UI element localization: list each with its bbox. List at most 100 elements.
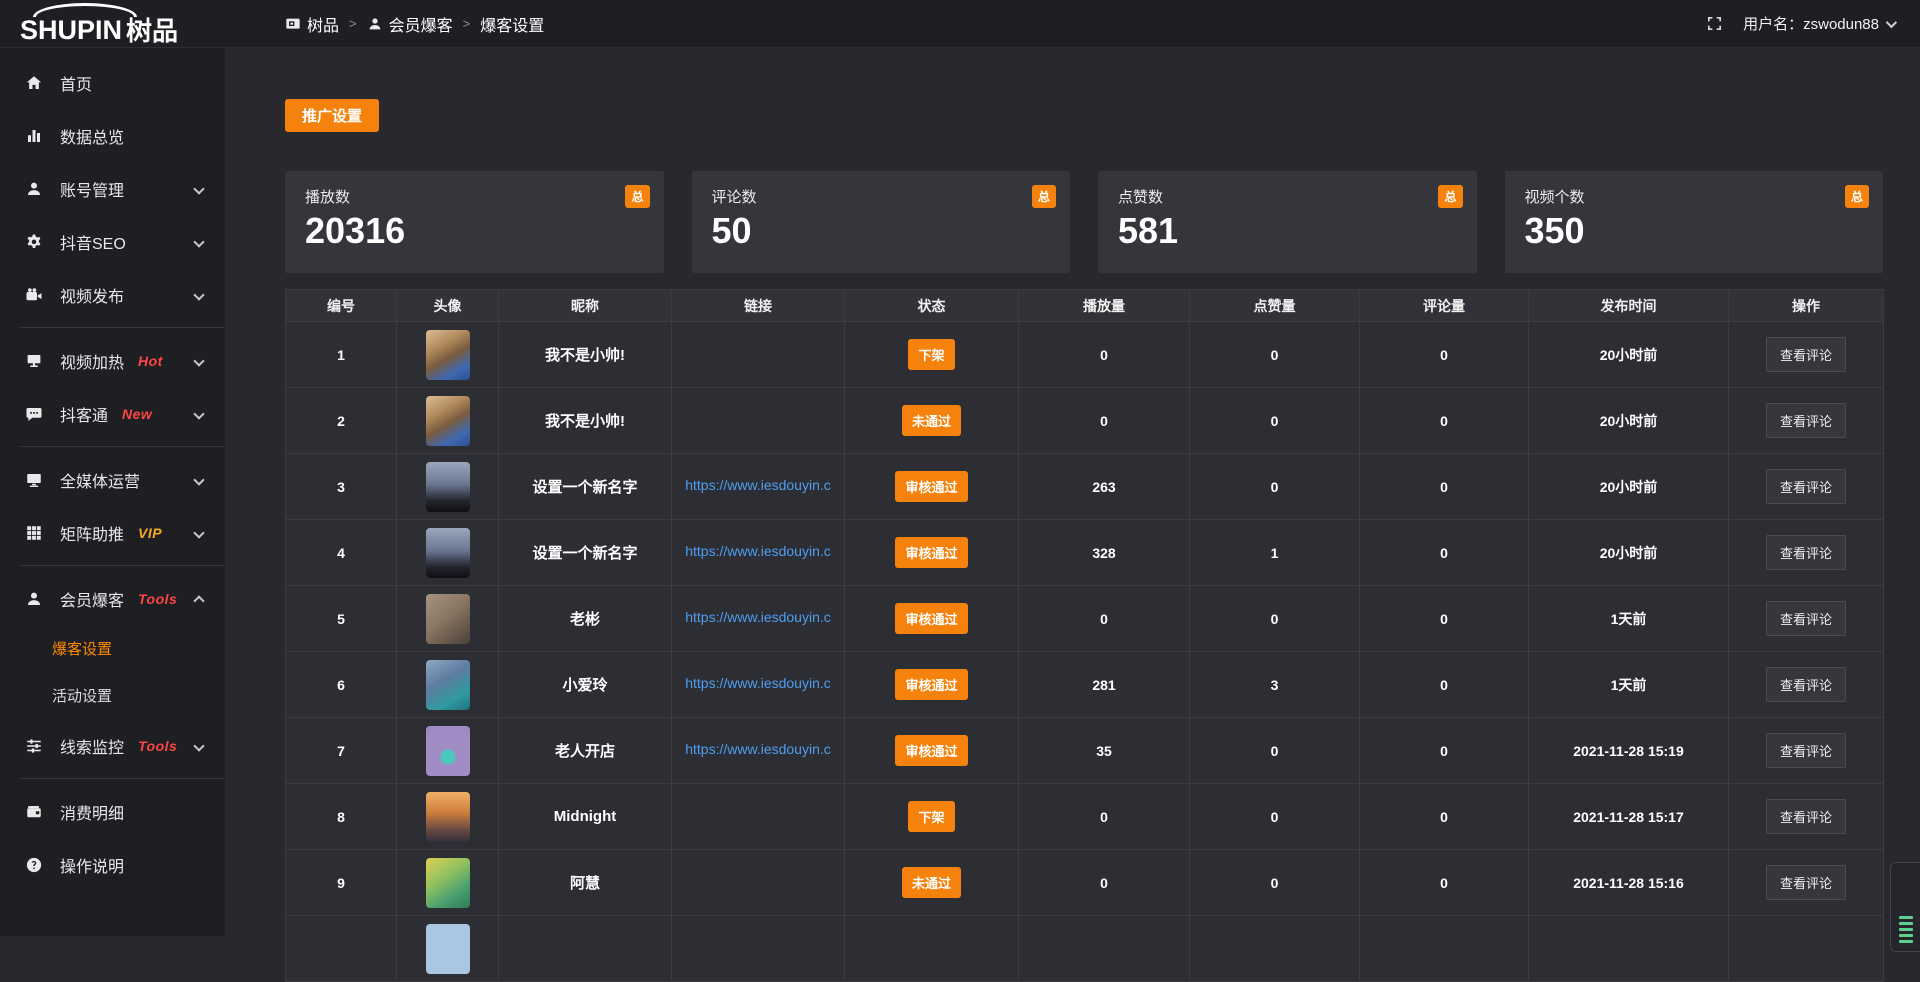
sidebar-item-数据总览[interactable]: 数据总览: [0, 109, 225, 162]
avatar: [426, 528, 470, 578]
home-icon: [25, 74, 43, 92]
view-comments-button[interactable]: 查看评论: [1766, 535, 1846, 570]
cell-id: [286, 916, 397, 982]
table-row: 2我不是小帅!未通过00020小时前查看评论: [286, 388, 1884, 454]
breadcrumb-item[interactable]: 爆客设置: [480, 12, 544, 36]
sidebar-item-label: 数据总览: [60, 124, 124, 148]
sidebar-item-全媒体运营[interactable]: 全媒体运营: [0, 453, 225, 506]
cell-nickname: 我不是小帅!: [499, 388, 672, 454]
wallet-icon: [25, 803, 43, 821]
sidebar-item-label: 首页: [60, 71, 92, 95]
grid-icon: [25, 524, 43, 542]
cell-time: 20小时前: [1529, 388, 1729, 454]
stat-value: 581: [1118, 210, 1477, 252]
table-row: [286, 916, 1884, 982]
logo: SHUPIN 树品: [0, 0, 225, 48]
stat-card-视频个数: 视频个数350总: [1505, 171, 1884, 273]
view-comments-button[interactable]: 查看评论: [1766, 337, 1846, 372]
fullscreen-icon[interactable]: [1706, 15, 1723, 32]
video-link[interactable]: https://www.iesdouyin.c: [685, 609, 831, 625]
cell-id: 6: [286, 652, 397, 718]
sidebar-item-消费明细[interactable]: 消费明细: [0, 785, 225, 838]
topbar-right: 用户名：zswodun88: [1706, 13, 1920, 34]
app-icon: [285, 16, 301, 32]
view-comments-button[interactable]: 查看评论: [1766, 667, 1846, 702]
video-link[interactable]: https://www.iesdouyin.c: [685, 543, 831, 559]
sidebar-item-视频发布[interactable]: 视频发布: [0, 268, 225, 321]
video-link[interactable]: https://www.iesdouyin.c: [685, 477, 831, 493]
status-badge: 审核通过: [895, 669, 967, 700]
view-comments-button[interactable]: 查看评论: [1766, 469, 1846, 504]
cell-nickname: 小爱玲: [499, 652, 672, 718]
sidebar-item-label: 抖客通: [60, 402, 108, 426]
cell-likes: 0: [1190, 454, 1360, 520]
breadcrumb-item[interactable]: 会员爆客: [367, 12, 453, 36]
breadcrumb: 树品>会员爆客>爆客设置: [285, 12, 544, 36]
chevron-down-icon: [193, 183, 204, 194]
sidebar-item-矩阵助推[interactable]: 矩阵助推VIP: [0, 506, 225, 559]
cell-action: 查看评论: [1729, 652, 1884, 718]
video-link[interactable]: https://www.iesdouyin.c: [685, 675, 831, 691]
table-row: 5老彬https://www.iesdouyin.c审核通过0001天前查看评论: [286, 586, 1884, 652]
column-header-编号: 编号: [286, 290, 397, 322]
cell-comments: 0: [1360, 586, 1529, 652]
cell-action: 查看评论: [1729, 322, 1884, 388]
sidebar-item-首页[interactable]: 首页: [0, 56, 225, 109]
sidebar-item-label: 矩阵助推: [60, 521, 124, 545]
cell-time: 20小时前: [1529, 454, 1729, 520]
cell-link: [672, 784, 845, 850]
cell-link: [672, 388, 845, 454]
cell-plays: 0: [1019, 850, 1190, 916]
cell-link: [672, 322, 845, 388]
cell-comments: 0: [1360, 322, 1529, 388]
sidebar-item-会员爆客[interactable]: 会员爆客Tools: [0, 572, 225, 625]
sidebar-item-账号管理[interactable]: 账号管理: [0, 162, 225, 215]
sidebar-item-抖客通[interactable]: 抖客通New: [0, 387, 225, 440]
sidebar-item-线索监控[interactable]: 线索监控Tools: [0, 719, 225, 772]
avatar: [426, 462, 470, 512]
cell-status: 审核通过: [845, 652, 1019, 718]
stats-row: 播放数20316总评论数50总点赞数581总视频个数350总: [285, 171, 1883, 273]
view-comments-button[interactable]: 查看评论: [1766, 601, 1846, 636]
sidebar-item-视频加热[interactable]: 视频加热Hot: [0, 334, 225, 387]
sidebar-subitem-活动设置[interactable]: 活动设置: [0, 672, 225, 719]
sidebar-item-label: 抖音SEO: [60, 230, 126, 254]
stat-value: 50: [712, 210, 1071, 252]
sidebar-item-label: 账号管理: [60, 177, 124, 201]
sidebar-item-抖音SEO[interactable]: 抖音SEO: [0, 215, 225, 268]
view-comments-button[interactable]: 查看评论: [1766, 403, 1846, 438]
column-header-点赞量: 点赞量: [1190, 290, 1360, 322]
logo-arc: [33, 3, 137, 17]
sidebar-subitem-爆客设置[interactable]: 爆客设置: [0, 625, 225, 672]
status-badge: 下架: [908, 801, 954, 832]
chevron-down-icon: [193, 527, 204, 538]
video-link[interactable]: https://www.iesdouyin.c: [685, 741, 831, 757]
chevron-down-icon: [1886, 16, 1897, 27]
promo-settings-button[interactable]: 推广设置: [285, 99, 379, 132]
column-header-头像: 头像: [397, 290, 499, 322]
cell-status: 审核通过: [845, 454, 1019, 520]
user-menu[interactable]: 用户名：zswodun88: [1743, 13, 1894, 34]
view-comments-button[interactable]: 查看评论: [1766, 799, 1846, 834]
sidebar-item-操作说明[interactable]: 操作说明: [0, 838, 225, 891]
sliders-icon: [25, 737, 43, 755]
table-row: 4设置一个新名字https://www.iesdouyin.c审核通过32810…: [286, 520, 1884, 586]
sidebar-item-label: 消费明细: [60, 800, 124, 824]
widget-bar: [1899, 928, 1913, 931]
cell-likes: 0: [1190, 322, 1360, 388]
cell-link: https://www.iesdouyin.c: [672, 454, 845, 520]
stat-total-badge: 总: [625, 185, 649, 208]
column-header-链接: 链接: [672, 290, 845, 322]
view-comments-button[interactable]: 查看评论: [1766, 733, 1846, 768]
cell-nickname: [499, 916, 672, 982]
cell-nickname: 阿慧: [499, 850, 672, 916]
breadcrumb-item[interactable]: 树品: [285, 12, 339, 36]
username-label: 用户名：zswodun88: [1743, 13, 1879, 34]
view-comments-button[interactable]: 查看评论: [1766, 865, 1846, 900]
cell-time: 2021-11-28 15:16: [1529, 850, 1729, 916]
main-content: 推广设置 播放数20316总评论数50总点赞数581总视频个数350总 编号头像…: [225, 48, 1920, 936]
cell-plays: [1019, 916, 1190, 982]
cell-id: 1: [286, 322, 397, 388]
cell-comments: 0: [1360, 850, 1529, 916]
cell-avatar: [397, 850, 499, 916]
